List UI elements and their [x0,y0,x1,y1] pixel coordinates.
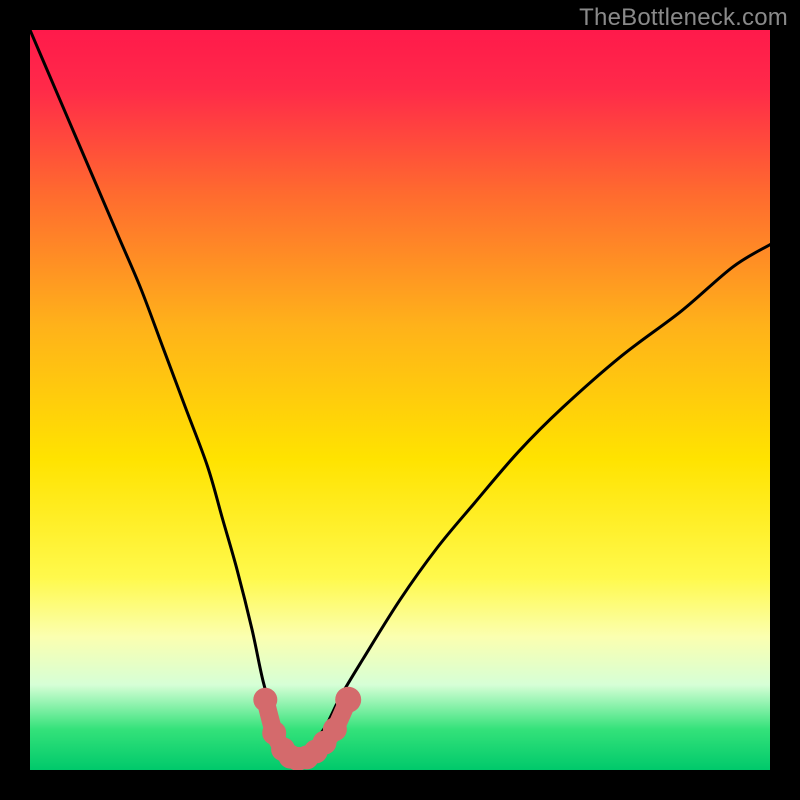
marker-dot [253,688,277,712]
marker-dot [335,687,361,713]
watermark-text: TheBottleneck.com [579,4,788,32]
plot-area [30,30,770,770]
marker-dot [323,717,347,741]
chart-frame: TheBottleneck.com [0,0,800,800]
gradient-background [30,30,770,770]
chart-svg [30,30,770,770]
